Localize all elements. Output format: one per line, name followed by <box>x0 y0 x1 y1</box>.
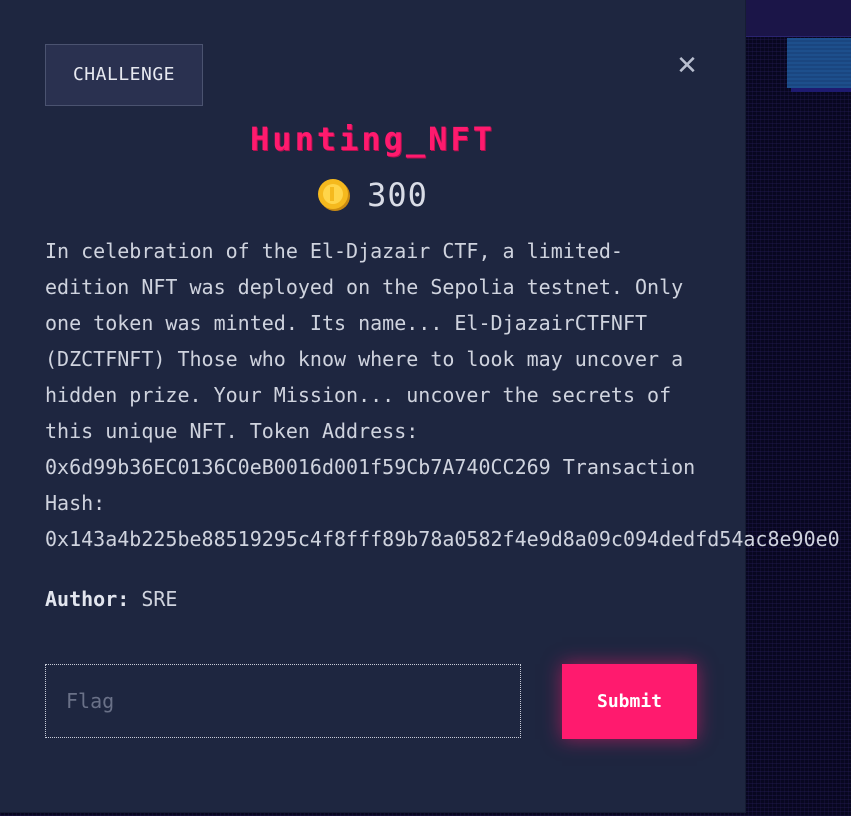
challenge-description: In celebration of the El-Djazair CTF, a … <box>45 239 840 551</box>
flag-input[interactable] <box>45 664 521 738</box>
submit-button[interactable]: Submit <box>562 664 697 739</box>
challenge-tab[interactable]: CHALLENGE <box>45 44 203 106</box>
author-name: SRE <box>141 587 178 611</box>
challenge-points: 300 <box>367 176 428 214</box>
challenge-modal: CHALLENGE ✕ Hunting_NFT 300 In celebrati… <box>0 0 840 812</box>
coin-icon <box>317 178 351 212</box>
author-label: Author: <box>45 587 130 611</box>
close-icon[interactable]: ✕ <box>673 52 701 80</box>
points-row: 300 <box>0 176 745 214</box>
background-navbar <box>745 0 851 37</box>
challenge-title: Hunting_NFT <box>250 120 495 158</box>
author-row: Author: SRE <box>45 584 177 614</box>
background-tile <box>787 38 851 88</box>
